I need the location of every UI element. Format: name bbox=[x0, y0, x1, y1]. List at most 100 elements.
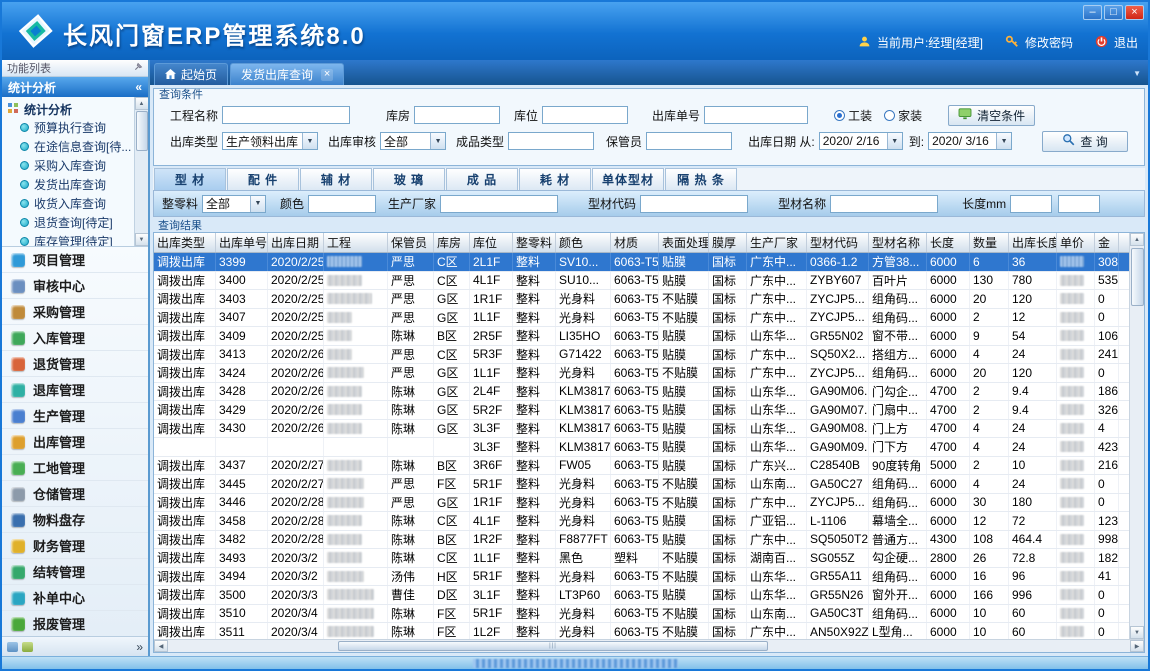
scroll-up-icon[interactable]: ▲ bbox=[135, 97, 149, 110]
column-header[interactable]: 单价 bbox=[1057, 233, 1095, 252]
menu-item[interactable]: 结转管理 bbox=[2, 559, 148, 585]
content-tab[interactable]: 起始页 bbox=[154, 63, 228, 85]
whole-part-select[interactable]: 全部▼ bbox=[202, 195, 266, 213]
column-header[interactable]: 材质 bbox=[611, 233, 659, 252]
change-password-link[interactable]: 修改密码 bbox=[1025, 34, 1073, 51]
scroll-up-icon[interactable]: ▲ bbox=[1130, 233, 1144, 246]
menu-item[interactable]: 出库管理 bbox=[2, 429, 148, 455]
tree-item[interactable]: 发货出库查询 bbox=[7, 175, 132, 194]
column-header[interactable]: 长度 bbox=[927, 233, 970, 252]
profile-name-input[interactable] bbox=[830, 195, 938, 213]
menu-item[interactable]: 物料盘存 bbox=[2, 507, 148, 533]
table-row[interactable]: 调拨出库34242020/2/26工▓工程严思G区1L1F整料光身料6063-T… bbox=[154, 364, 1129, 383]
scroll-down-icon[interactable]: ▼ bbox=[1130, 626, 1144, 639]
column-header[interactable]: 型材名称 bbox=[869, 233, 927, 252]
table-row[interactable]: 调拨出库34582020/2/28华▓原▓陈琳C区4L1F整料光身料6063-T… bbox=[154, 512, 1129, 531]
tree-item[interactable]: 采购入库查询 bbox=[7, 156, 132, 175]
tree-item[interactable]: 库存管理[待定] bbox=[7, 232, 132, 247]
project-name-input[interactable] bbox=[222, 106, 350, 124]
gongzhuang-radio-label[interactable]: 工装 bbox=[848, 107, 872, 124]
out-type-select[interactable]: 生产领料出库▼ bbox=[222, 132, 318, 150]
pin-icon[interactable] bbox=[134, 62, 143, 74]
vertical-scrollbar[interactable]: ▲ ▼ bbox=[1129, 233, 1144, 639]
panel-icon[interactable] bbox=[7, 642, 18, 652]
table-row[interactable]: 调拨出库34452020/2/27工▓工程严思F区5R1F整料光身料6063-T… bbox=[154, 475, 1129, 494]
menu-item[interactable]: 生产管理 bbox=[2, 403, 148, 429]
color-input[interactable] bbox=[308, 195, 376, 213]
menu-item[interactable]: 补单中心 bbox=[2, 585, 148, 611]
table-row[interactable]: 调拨出库34822020/2/28华▓原▓陈琳B区1R2F整料F8877FT60… bbox=[154, 531, 1129, 550]
table-row[interactable]: 调拨出库34942020/3/2石▓辉城汤伟H区5R1F整料光身料6063-T5… bbox=[154, 568, 1129, 587]
date-to-picker[interactable]: 2020/ 3/16▼ bbox=[928, 132, 1012, 150]
location-input[interactable] bbox=[542, 106, 628, 124]
material-tab[interactable]: 辅 材 bbox=[300, 168, 372, 190]
column-header[interactable]: 库房 bbox=[434, 233, 470, 252]
table-row[interactable]: 调拨出库35112020/3/4工▓共工程陈琳F区1L2F整料光身料6063-T… bbox=[154, 623, 1129, 639]
horizontal-scrollbar[interactable]: ◀ ||| ▶ bbox=[154, 639, 1144, 652]
column-header[interactable]: 整零料 bbox=[513, 233, 556, 252]
column-header[interactable]: 出库单号 bbox=[216, 233, 268, 252]
column-header[interactable]: 出库类型 bbox=[154, 233, 216, 252]
table-row[interactable]: 调拨出库35002020/3/3工▓共工程曹佳D区3L1F整料LT3P60606… bbox=[154, 586, 1129, 605]
column-header[interactable]: 型材代码 bbox=[807, 233, 869, 252]
menu-item[interactable]: 退库管理 bbox=[2, 377, 148, 403]
order-no-input[interactable] bbox=[704, 106, 808, 124]
column-header[interactable]: 保管员 bbox=[388, 233, 434, 252]
column-header[interactable]: 膜厚 bbox=[709, 233, 747, 252]
hscrollbar-thumb[interactable]: ||| bbox=[338, 641, 768, 651]
tree-item[interactable]: 退货查询[待定] bbox=[7, 213, 132, 232]
column-header[interactable]: 表面处理 bbox=[659, 233, 709, 252]
keeper-input[interactable] bbox=[646, 132, 732, 150]
warehouse-input[interactable] bbox=[414, 106, 500, 124]
more-chevron-icon[interactable]: » bbox=[136, 640, 143, 654]
length-min-input[interactable] bbox=[1010, 195, 1052, 213]
jiazhuang-radio-label[interactable]: 家装 bbox=[898, 107, 922, 124]
material-tab[interactable]: 配 件 bbox=[227, 168, 299, 190]
table-row[interactable]: 3L3F整料KLM38176063-T5贴膜国标山东华...GA90M09...… bbox=[154, 438, 1129, 457]
table-row[interactable]: 调拨出库34092020/2/25长▓▓陈琳B区2R5F整料LI35HO6063… bbox=[154, 327, 1129, 346]
menu-item[interactable]: 项目管理 bbox=[2, 247, 148, 273]
clear-conditions-button[interactable]: 清空条件 bbox=[948, 105, 1035, 126]
column-header[interactable]: 库位 bbox=[470, 233, 513, 252]
maximize-button[interactable]: □ bbox=[1104, 5, 1123, 20]
table-row[interactable]: 调拨出库34292020/2/26石▓▓城陈琳G区5R2F整料KLM381760… bbox=[154, 401, 1129, 420]
table-row[interactable]: 调拨出库35102020/3/4工▓共工程陈琳F区5R1F整料光身料6063-T… bbox=[154, 605, 1129, 624]
material-tab[interactable]: 单体型材 bbox=[592, 168, 664, 190]
material-tab[interactable]: 耗 材 bbox=[519, 168, 591, 190]
scrollbar-thumb[interactable] bbox=[136, 111, 148, 151]
table-row[interactable]: 调拨出库34072020/2/25工▓▓严思G区1L1F整料光身料6063-T5… bbox=[154, 309, 1129, 328]
menu-item[interactable]: 退货管理 bbox=[2, 351, 148, 377]
table-row[interactable]: 调拨出库34302020/2/26石▓▓城陈琳G区3L3F整料KLM381760… bbox=[154, 420, 1129, 439]
logout-button[interactable]: 退出 bbox=[1114, 34, 1138, 51]
tab-list-dropdown-icon[interactable]: ▼ bbox=[1133, 69, 1141, 78]
length-max-input[interactable] bbox=[1058, 195, 1100, 213]
column-header[interactable]: 出库日期 bbox=[268, 233, 324, 252]
material-tab[interactable]: 隔 热 条 bbox=[665, 168, 737, 190]
scroll-down-icon[interactable]: ▼ bbox=[135, 233, 149, 246]
minimize-button[interactable]: – bbox=[1083, 5, 1102, 20]
date-from-picker[interactable]: 2020/ 2/16▼ bbox=[819, 132, 903, 150]
column-header[interactable]: 生产厂家 bbox=[747, 233, 807, 252]
search-button[interactable]: 查 询 bbox=[1042, 131, 1128, 152]
menu-item[interactable]: 仓储管理 bbox=[2, 481, 148, 507]
content-tab[interactable]: 发货出库查询× bbox=[230, 63, 344, 85]
menu-item[interactable]: 采购管理 bbox=[2, 299, 148, 325]
tree-scrollbar[interactable]: ▲ ▼ bbox=[134, 97, 148, 246]
table-row[interactable]: 调拨出库34462020/2/28工▓工程严思G区1R1F整料光身料6063-T… bbox=[154, 494, 1129, 513]
audit-select[interactable]: 全部▼ bbox=[380, 132, 446, 150]
close-button[interactable]: × bbox=[1125, 5, 1144, 20]
table-row[interactable]: 调拨出库34002020/2/25华▓原▓严思C区4L1F整料SU10...60… bbox=[154, 272, 1129, 291]
column-header[interactable]: 金 bbox=[1095, 233, 1119, 252]
column-header[interactable]: 数量 bbox=[970, 233, 1009, 252]
tree-root[interactable]: 统计分析 bbox=[7, 100, 132, 118]
jiazhuang-radio[interactable] bbox=[884, 110, 895, 121]
vscrollbar-thumb[interactable] bbox=[1131, 248, 1144, 306]
gongzhuang-radio[interactable] bbox=[834, 110, 845, 121]
material-tab[interactable]: 成 品 bbox=[446, 168, 518, 190]
menu-item[interactable]: 工地管理 bbox=[2, 455, 148, 481]
tree-item[interactable]: 收货入库查询 bbox=[7, 194, 132, 213]
scroll-left-icon[interactable]: ◀ bbox=[154, 640, 168, 652]
menu-item[interactable]: 财务管理 bbox=[2, 533, 148, 559]
collapse-icon[interactable]: « bbox=[135, 80, 142, 94]
menu-item[interactable]: 审核中心 bbox=[2, 273, 148, 299]
